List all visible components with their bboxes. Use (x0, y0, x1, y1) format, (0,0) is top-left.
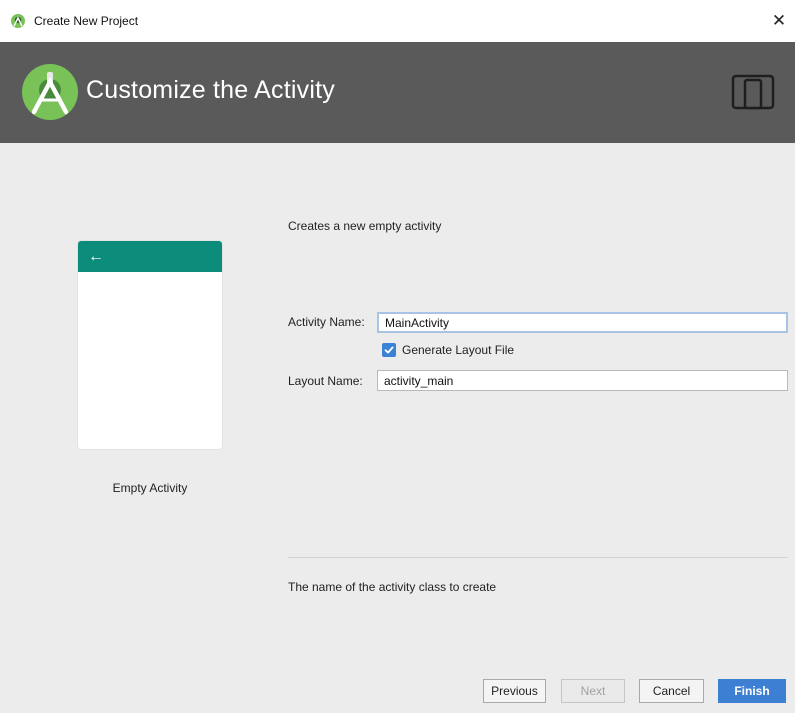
wizard-header: Customize the Activity (0, 42, 795, 143)
activity-name-label: Activity Name: (288, 315, 365, 329)
generate-layout-label: Generate Layout File (402, 343, 515, 357)
layout-name-label: Layout Name: (288, 374, 363, 388)
cancel-button[interactable]: Cancel (639, 679, 704, 703)
generate-layout-checkbox-row[interactable]: Generate Layout File (382, 343, 514, 357)
close-icon[interactable]: ✕ (769, 11, 789, 31)
device-tablet-phone-icon (731, 70, 775, 114)
checkmark-icon (384, 346, 394, 354)
next-button[interactable]: Next (561, 679, 625, 703)
activity-name-value: MainActivity (385, 315, 450, 330)
layout-name-field[interactable]: activity_main (377, 370, 788, 391)
activity-name-field[interactable]: MainActivity (377, 312, 788, 333)
android-studio-icon (10, 13, 26, 29)
generate-layout-checkbox[interactable] (382, 343, 396, 357)
finish-button[interactable]: Finish (718, 679, 786, 703)
window-title: Create New Project (34, 14, 139, 28)
previous-button[interactable]: Previous (483, 679, 546, 703)
activity-preview-card: ← (78, 241, 222, 449)
layout-name-value: activity_main (384, 373, 454, 388)
preview-app-bar: ← (78, 241, 222, 272)
window-titlebar: Create New Project ✕ (0, 0, 795, 42)
divider (288, 557, 788, 558)
field-hint: The name of the activity class to create (288, 580, 497, 594)
activity-description: Creates a new empty activity (288, 219, 442, 233)
android-studio-logo-icon (20, 62, 80, 122)
activity-template-name: Empty Activity (112, 481, 188, 495)
page-title: Customize the Activity (86, 76, 335, 104)
back-arrow-icon: ← (88, 247, 104, 265)
